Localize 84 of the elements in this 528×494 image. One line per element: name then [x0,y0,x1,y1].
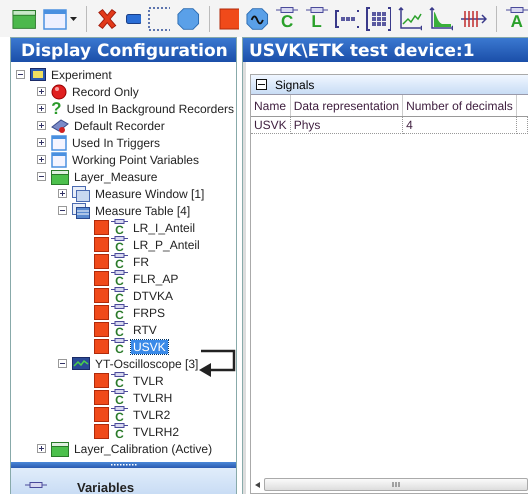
tree-item[interactable]: Record Only [70,84,141,98]
tree-item[interactable]: YT-Oscilloscope [3] [93,356,200,370]
dashed-frame-icon[interactable] [148,6,170,30]
area-chart-icon[interactable] [429,6,454,30]
square-icon [94,271,109,286]
collapse-toggle[interactable] [256,79,267,90]
oscilloscope-icon [72,357,90,370]
expand-toggle[interactable] [37,155,46,164]
square-icon [94,424,109,439]
tree-item[interactable]: TVLR [131,374,166,388]
grid-icon[interactable] [366,6,391,30]
square-icon [94,305,109,320]
tree-item[interactable]: LR_I_Anteil [131,220,198,234]
square-icon [94,322,109,337]
expand-toggle[interactable] [58,189,67,198]
question-mark-icon: ? [51,100,62,116]
tree-item[interactable]: DTVKA [131,288,176,302]
tree-item[interactable]: TVLRH [131,390,174,404]
tree-item[interactable]: RTV [131,322,159,336]
table-cell: USVK [251,116,290,134]
tree-item[interactable]: TVLRH2 [131,424,182,438]
folder-icon [51,168,69,184]
column-header[interactable]: Name [251,95,290,116]
square-icon [94,288,109,303]
delete-icon[interactable] [96,6,119,30]
record-ball-icon [51,84,67,100]
collapse-toggle[interactable] [16,70,25,79]
tree-item[interactable]: Default Recorder [72,118,167,132]
panel-title: Display Configuration [11,38,236,62]
windows-icon [72,186,90,202]
tree-item[interactable]: Used In Background Recorders [64,102,236,116]
tree-item[interactable]: Working Point Variables [70,152,201,166]
column-header[interactable]: Data representation [290,95,403,116]
folder-icon[interactable] [12,8,36,30]
collapse-toggle[interactable] [58,206,67,215]
expand-toggle[interactable] [37,104,46,113]
bracket-icon[interactable] [334,10,360,28]
wave-icon[interactable] [246,6,269,30]
column-header[interactable]: Number of decimals [402,95,516,116]
tree-item[interactable]: FRPS [131,306,168,320]
window-icon [51,134,67,150]
variables-tab[interactable]: Variables [77,480,134,494]
bar-icon[interactable] [126,14,141,24]
collapse-toggle[interactable] [37,172,46,181]
tree-item[interactable]: Measure Window [1] [93,186,206,200]
table-cell: 4 [402,116,516,134]
square-icon [94,237,109,252]
group-title: Signals [275,78,314,92]
table-cell: Phys [290,116,403,134]
collapse-toggle[interactable] [58,359,67,368]
expand-toggle[interactable] [37,444,46,453]
tree-item[interactable]: Used In Triggers [70,136,162,150]
octagon-icon[interactable] [177,6,200,30]
square-icon [94,390,109,405]
tick-marks-icon[interactable] [460,8,487,28]
expand-toggle[interactable] [37,87,46,96]
square-icon [94,254,109,269]
tree-item[interactable]: USVK [131,340,168,354]
square-icon [94,220,109,235]
line-chart-icon[interactable] [398,6,422,30]
expand-toggle[interactable] [37,138,46,147]
square-icon [94,373,109,388]
folder-icon [51,440,69,456]
square-icon [94,339,109,354]
tree-item[interactable]: TVLR2 [131,408,172,422]
monitor-icon [30,68,46,81]
window-icon [51,152,67,168]
tree-item[interactable]: Experiment [49,68,114,82]
table-icon [72,202,90,218]
annotation-arrow [197,349,237,379]
square-icon [94,407,109,422]
tree-item[interactable]: Layer_Calibration (Active) [72,442,214,456]
recorder-icon [51,118,69,134]
scroll-left-icon[interactable] [255,482,260,488]
panel-title: USVK\ETK test device:1 [243,38,528,62]
dropdown-caret-icon[interactable] [70,16,78,20]
tree-item[interactable]: LR_P_Anteil [131,238,202,252]
scrollbar-thumb[interactable] [264,478,528,491]
tree-item[interactable]: Measure Table [4] [93,204,192,218]
tree-item[interactable]: FLR_AP [131,272,180,286]
expand-toggle[interactable] [37,121,46,130]
tree-item[interactable]: FR [131,254,151,268]
tree-item[interactable]: Layer_Measure [72,170,160,184]
variable-tag-icon [25,480,47,490]
